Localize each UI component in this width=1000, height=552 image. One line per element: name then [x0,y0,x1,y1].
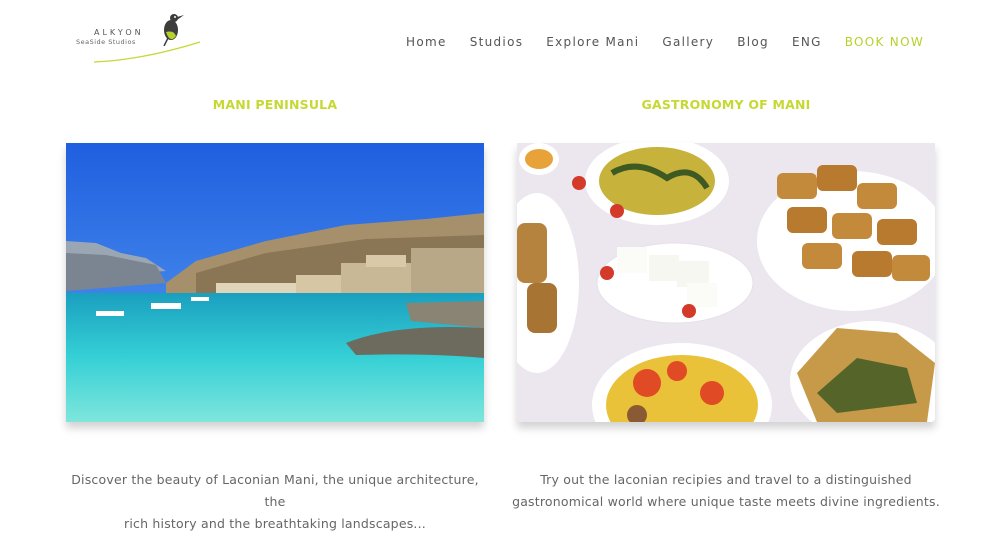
description-line: Discover the beauty of Laconian Mani, th… [71,472,479,509]
coastal-village-photo[interactable] [66,143,484,422]
book-now-button[interactable]: BOOK NOW [845,35,924,49]
brand-logo[interactable]: ALKYON SeaSide Studios [72,10,202,64]
description-line: gastronomical world where unique taste m… [512,494,940,509]
nav-explore-mani[interactable]: Explore Mani [546,35,639,49]
description-line: rich history and the breathtaking landsc… [124,516,426,531]
main-nav: Home Studios Explore Mani Gallery Blog E… [383,35,924,49]
kingfisher-bird-icon [163,14,184,46]
card-title[interactable]: GASTRONOMY OF MANI [517,97,935,112]
nav-language[interactable]: ENG [792,35,822,49]
nav-blog[interactable]: Blog [737,35,769,49]
site-header: ALKYON SeaSide Studios Home Studios Expl… [0,0,1000,80]
card-description: Try out the laconian recipies and travel… [503,469,949,513]
brand-tagline: SeaSide Studios [76,38,136,46]
brand-name: ALKYON [94,28,144,37]
nav-studios[interactable]: Studios [470,35,524,49]
nav-home[interactable]: Home [406,35,447,49]
nav-gallery[interactable]: Gallery [662,35,714,49]
card-description: Discover the beauty of Laconian Mani, th… [66,469,484,535]
greek-food-spread-photo[interactable] [517,143,935,422]
card-title[interactable]: MANI PENINSULA [66,97,484,112]
description-line: Try out the laconian recipies and travel… [540,472,912,487]
